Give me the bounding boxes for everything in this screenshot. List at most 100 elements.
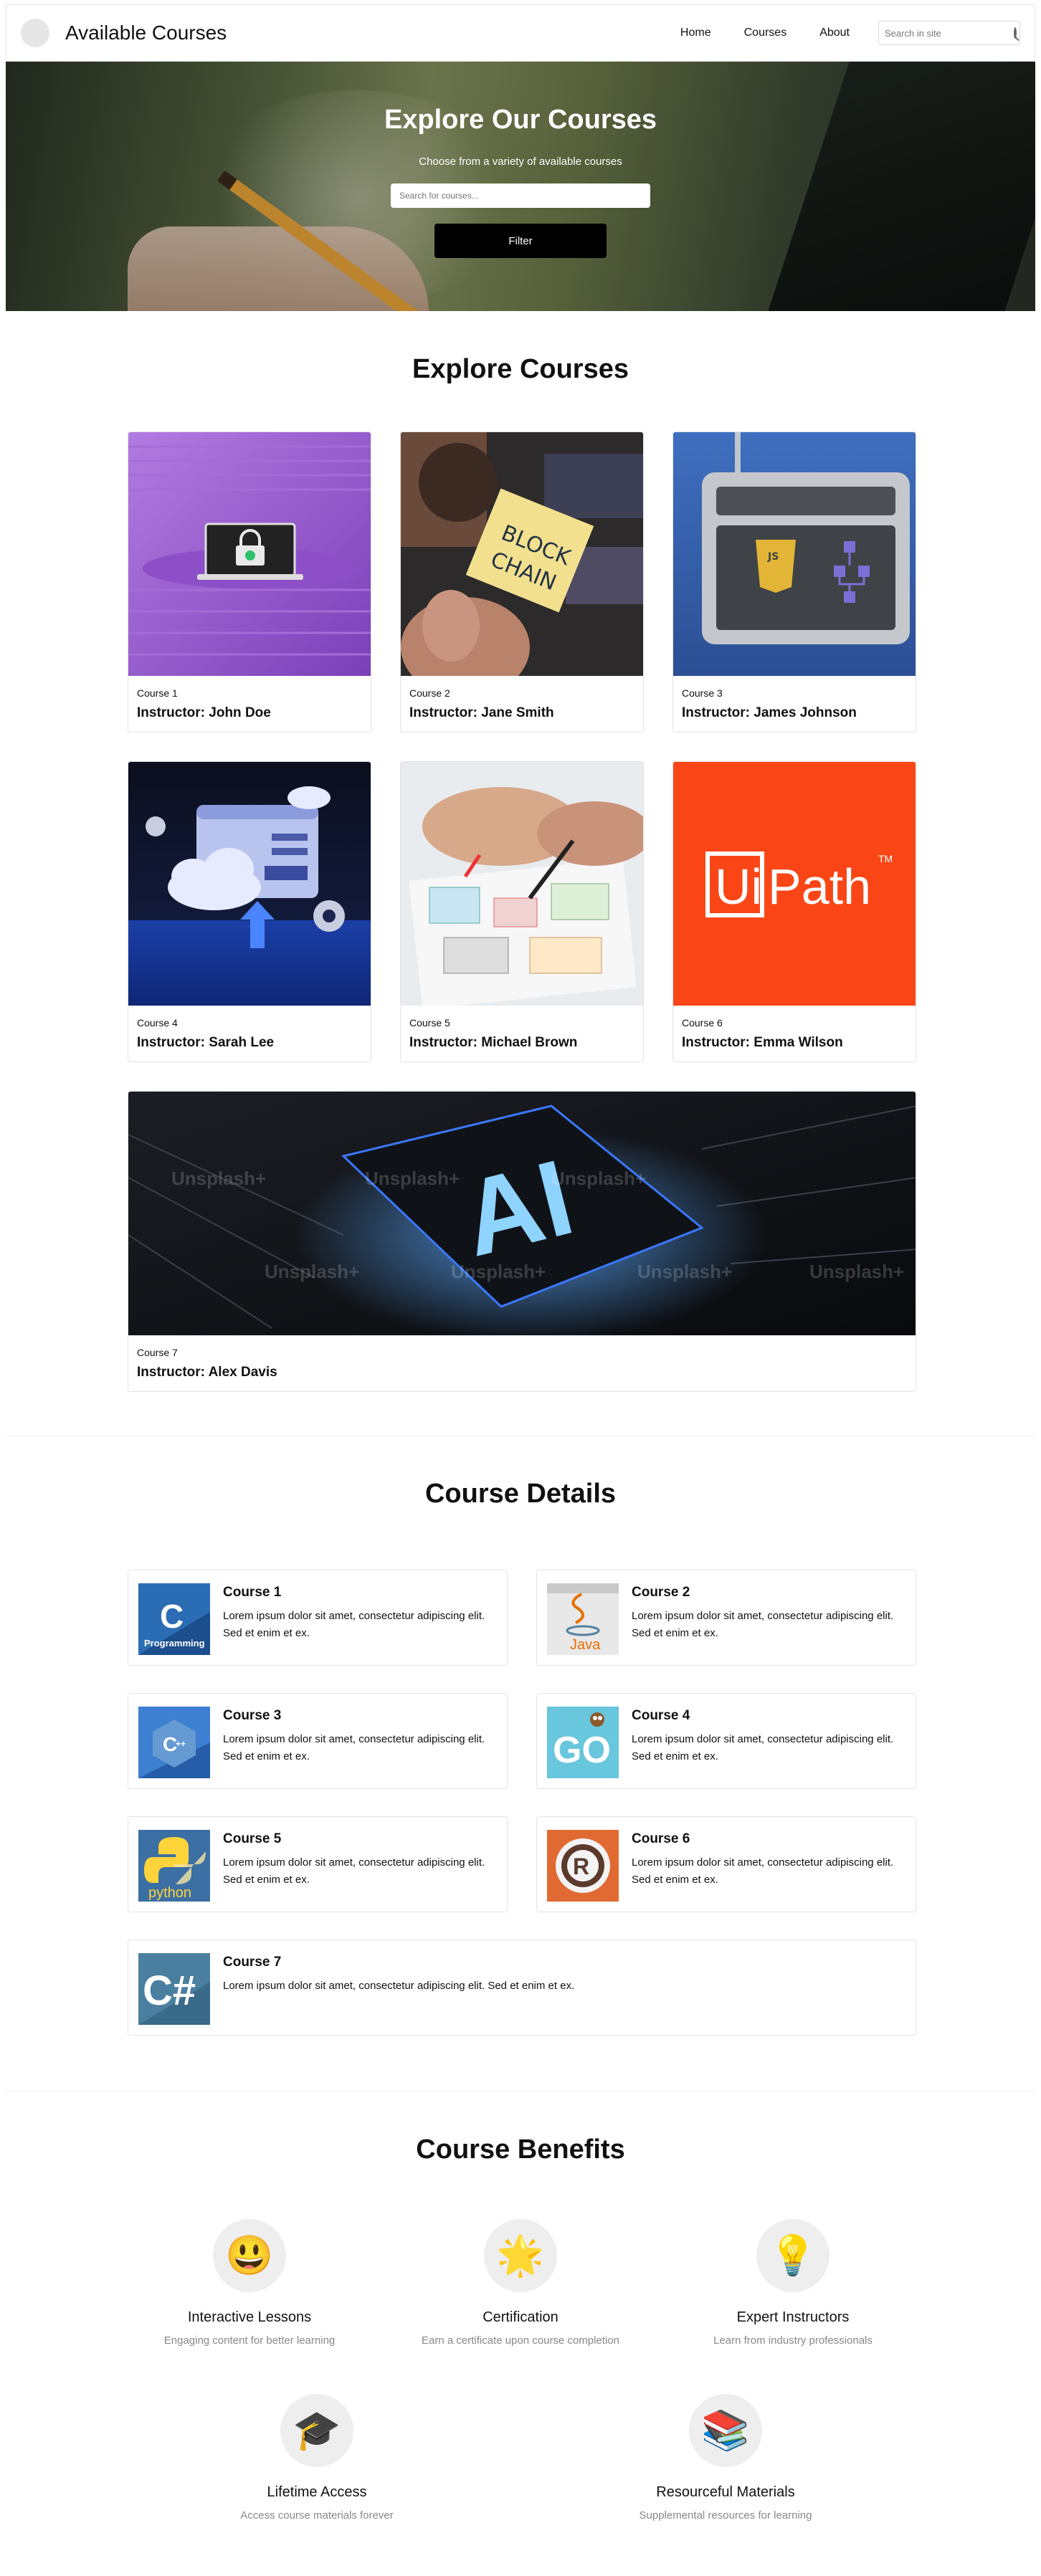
course-7-instructor: Instructor: Alex Davis [137,1365,277,1380]
course-card-2[interactable]: BLOCK CHAIN Course 2 Instructor: Jane Sm… [400,431,644,733]
course-5-instructor: Instructor: Michael Brown [409,1035,578,1050]
benefit-resourceful-materials: 📚 Resourceful Materials Supplemental res… [596,2394,855,2522]
course-card-5[interactable]: Course 5 Instructor: Michael Brown [400,761,644,1062]
svg-text:python: python [148,1885,191,1901]
detail-card-4[interactable]: GO Course 4 Lorem ipsum dolor sit amet, … [536,1693,916,1789]
site-title: Available Courses [65,22,227,44]
course-card-6[interactable]: Ui Path TM Course 6 Instructor: Emma Wil… [672,761,916,1062]
benefit-interactive-lessons: 😃 Interactive Lessons Engaging content f… [120,2219,379,2347]
svg-text:Unsplash+: Unsplash+ [265,1261,359,1282]
benefit-title: Resourceful Materials [656,2484,795,2500]
course-3-image: JS [673,432,916,676]
detail-6-title: Course 6 [632,1831,690,1846]
course-2-instructor: Instructor: Jane Smith [409,705,554,720]
python-logo-icon: python [138,1830,210,1902]
svg-text:Unsplash+: Unsplash+ [171,1168,266,1189]
csharp-logo-icon: C# [138,1953,210,2025]
hero-title: Explore Our Courses [384,105,657,135]
rust-logo-icon: R [547,1830,619,1902]
svg-text:C: C [160,1598,184,1635]
smiley-icon: 😃 [213,2219,286,2292]
detail-2-title: Course 2 [632,1585,690,1600]
graduation-cap-icon: 🎓 [280,2394,353,2467]
detail-4-title: Course 4 [632,1708,690,1723]
course-5-label: Course 5 [409,1017,450,1029]
benefit-title: Certification [483,2309,558,2325]
course-6-label: Course 6 [682,1017,723,1029]
svg-text:Programming: Programming [144,1638,205,1649]
logo-icon[interactable] [21,19,49,47]
course-card-3[interactable]: JS Course 3 Instructor: James Johnson [672,431,916,733]
course-details-heading: Course Details [424,1479,617,1509]
site-search-input[interactable] [885,27,1011,39]
course-6-image: Ui Path TM [673,762,916,1006]
detail-3-title: Course 3 [223,1708,282,1723]
benefit-description: Engaging content for better learning [163,2334,336,2347]
detail-card-2[interactable]: Java Course 2 Lorem ipsum dolor sit amet… [536,1570,916,1666]
c-programming-logo-icon: C Programming [138,1583,210,1655]
course-search-input[interactable] [391,183,650,208]
hero-banner: Explore Our Courses Choose from a variet… [6,62,1035,311]
detail-2-text: Lorem ipsum dolor sit amet, consectetur … [632,1610,894,1639]
svg-text:Java: Java [570,1637,601,1653]
main-nav: Home Courses About [680,27,850,39]
uipath-logo-path: Path [768,859,871,915]
detail-4-text: Lorem ipsum dolor sit amet, consectetur … [632,1733,894,1762]
svg-text:GO: GO [553,1730,611,1771]
svg-text:C#: C# [143,1967,196,2014]
search-icon[interactable] [1014,27,1017,39]
detail-card-5[interactable]: python Course 5 Lorem ipsum dolor sit am… [128,1816,508,1912]
course-1-label: Course 1 [137,687,178,699]
course-3-label: Course 3 [682,687,723,699]
course-5-image [401,762,643,1006]
course-card-7[interactable]: AI Unsplash+ Unsplash+ Unsplash+ Unsplash+… [128,1091,916,1392]
course-3-instructor: Instructor: James Johnson [682,705,857,720]
filter-button[interactable]: Filter [434,224,607,258]
cpp-logo-icon: C ++ [138,1707,210,1778]
svg-text:Unsplash+: Unsplash+ [365,1168,460,1189]
nav-home-link[interactable]: Home [680,27,711,39]
nav-about-link[interactable]: About [819,27,850,39]
benefit-title: Interactive Lessons [187,2309,312,2325]
course-2-label: Course 2 [409,687,450,699]
benefit-description: Access course materials forever [240,2509,394,2522]
detail-card-7[interactable]: C# Course 7 Lorem ipsum dolor sit amet, … [128,1940,916,2036]
nav-courses-link[interactable]: Courses [744,27,787,39]
detail-1-text: Lorem ipsum dolor sit amet, consectetur … [223,1610,485,1639]
benefit-description: Supplemental resources for learning [639,2509,812,2522]
detail-5-text: Lorem ipsum dolor sit amet, consectetur … [223,1856,485,1886]
svg-text:R: R [573,1854,589,1879]
hero-subtitle: Choose from a variety of available cours… [419,156,622,168]
detail-5-title: Course 5 [223,1831,282,1846]
course-benefits-heading: Course Benefits [416,2134,625,2165]
svg-text:Unsplash+: Unsplash+ [637,1261,732,1282]
benefit-title: Lifetime Access [267,2484,367,2500]
benefit-description: Learn from industry professionals [713,2334,873,2347]
detail-card-6[interactable]: R Course 6 Lorem ipsum dolor sit amet, c… [536,1816,916,1912]
detail-7-text: Lorem ipsum dolor sit amet, consectetur … [223,1980,575,1992]
site-header: Available Courses Home Courses About [6,4,1035,62]
svg-text:TM: TM [878,853,893,864]
benefit-title: Expert Instructors [736,2309,850,2325]
svg-text:++: ++ [176,1739,186,1749]
books-icon: 📚 [689,2394,762,2467]
benefit-expert-instructors: 💡 Expert Instructors Learn from industry… [664,2219,922,2347]
uipath-logo-ui: Ui [715,859,762,915]
hero-content: Explore Our Courses Choose from a variet… [6,62,1035,311]
site-search [878,21,1020,45]
course-4-instructor: Instructor: Sarah Lee [137,1035,275,1050]
course-1-instructor: Instructor: John Doe [137,705,271,720]
detail-1-title: Course 1 [223,1585,282,1600]
svg-text:Unsplash+: Unsplash+ [809,1261,904,1282]
go-logo-icon: GO [547,1707,619,1778]
course-card-1[interactable]: Course 1 Instructor: John Doe [128,431,371,733]
svg-text:Unsplash+: Unsplash+ [551,1168,646,1189]
explore-courses-heading: Explore Courses [412,354,629,384]
star-icon: 🌟 [484,2219,557,2292]
detail-card-1[interactable]: C Programming Course 1 Lorem ipsum dolor… [128,1570,508,1666]
course-4-image [128,762,371,1006]
course-card-4[interactable]: Course 4 Instructor: Sarah Lee [128,761,371,1062]
svg-text:JS: JS [767,551,779,563]
benefit-description: Earn a certificate upon course completio… [422,2334,619,2347]
detail-card-3[interactable]: C ++ Course 3 Lorem ipsum dolor sit amet… [128,1693,508,1789]
